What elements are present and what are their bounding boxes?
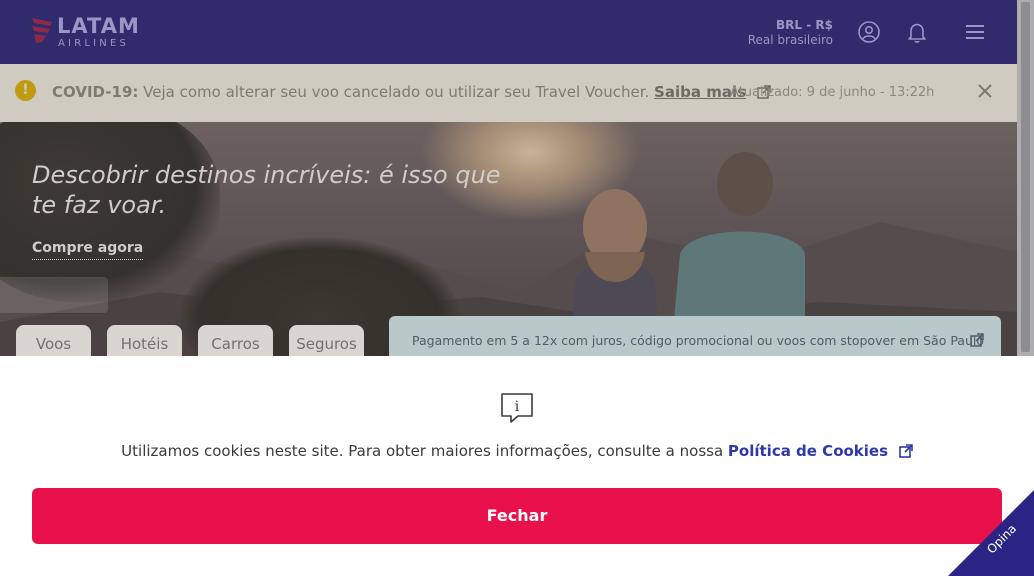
promo-text: Pagamento em 5 a 12x com juros, código p… xyxy=(412,333,985,348)
user-icon[interactable] xyxy=(857,20,881,44)
covid-banner: ! COVID-19: Veja como alterar seu voo ca… xyxy=(0,64,1017,122)
bell-icon[interactable] xyxy=(905,20,929,44)
logo-subtext: AIRLINES xyxy=(58,38,130,49)
covid-updated-time: Atualizado: 9 de junho - 13:22h xyxy=(730,85,935,100)
external-link-icon[interactable] xyxy=(899,444,913,458)
fechar-button[interactable]: Fechar xyxy=(32,488,1002,544)
opina-feedback-button[interactable]: Opina xyxy=(940,482,1034,576)
hamburger-menu-icon[interactable] xyxy=(963,20,987,44)
covid-message: Veja como alterar seu voo cancelado ou u… xyxy=(143,83,650,101)
info-message-icon: i xyxy=(501,393,533,423)
opina-corner-shape xyxy=(948,490,1034,576)
cookie-message-line: Utilizamos cookies neste site. Para obte… xyxy=(0,442,1034,460)
hero-slide-indicator xyxy=(0,277,108,313)
logo-text: LATAM xyxy=(57,14,140,38)
site-header: LATAM AIRLINES BRL - R$ Real brasileiro xyxy=(0,0,1017,64)
cookie-policy-link[interactable]: Política de Cookies xyxy=(728,442,888,460)
compre-agora-link[interactable]: Compre agora xyxy=(32,240,144,260)
currency-code: BRL - R$ xyxy=(776,18,833,32)
cookie-message: Utilizamos cookies neste site. Para obte… xyxy=(121,442,724,460)
currency-name: Real brasileiro xyxy=(747,33,833,47)
latam-logo[interactable]: LATAM AIRLINES xyxy=(30,14,150,50)
scrollbar-thumb[interactable] xyxy=(1021,2,1030,352)
alert-icon: ! xyxy=(15,80,36,101)
close-icon[interactable] xyxy=(976,82,994,100)
hero-headline: Descobrir destinos incríveis: é isso que… xyxy=(32,161,501,219)
svg-text:i: i xyxy=(515,399,520,415)
page-scrollbar[interactable] xyxy=(1017,0,1034,356)
external-link-icon xyxy=(970,333,984,347)
latam-logo-mark-icon xyxy=(32,18,52,43)
covid-message-line: COVID-19: Veja como alterar seu voo canc… xyxy=(52,83,771,101)
currency-selector[interactable]: BRL - R$ Real brasileiro xyxy=(748,18,833,47)
cookie-consent-panel: i Utilizamos cookies neste site. Para ob… xyxy=(0,356,1034,576)
covid-label: COVID-19: xyxy=(52,83,139,101)
